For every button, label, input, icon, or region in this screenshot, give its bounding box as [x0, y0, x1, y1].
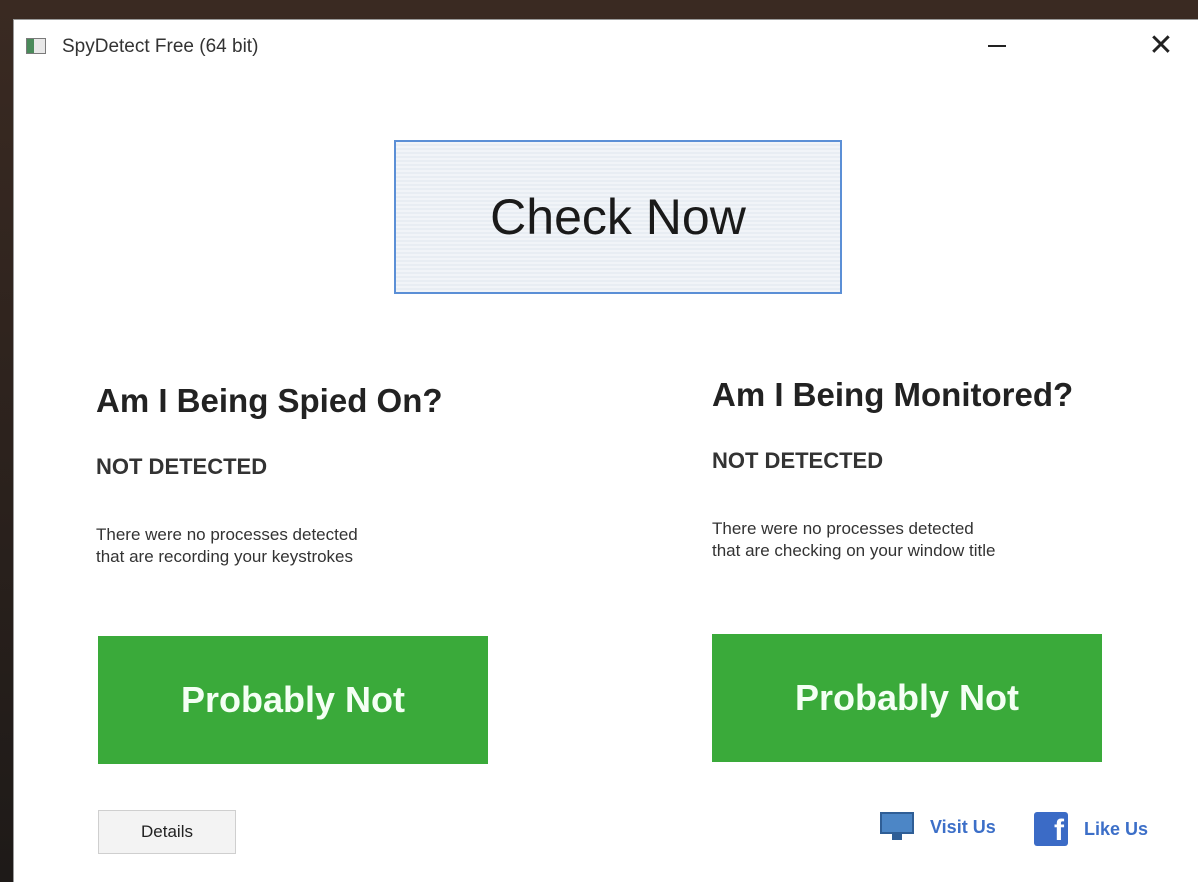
spied-on-result-button[interactable]: Probably Not: [98, 636, 488, 764]
like-us-link[interactable]: f Like Us: [1034, 812, 1148, 846]
spied-on-description: There were no processes detected that ar…: [96, 524, 456, 568]
monitored-description: There were no processes detected that ar…: [712, 518, 1072, 562]
facebook-icon: f: [1034, 812, 1068, 846]
app-icon: [26, 38, 46, 54]
monitored-title: Am I Being Monitored?: [712, 376, 1074, 413]
details-button[interactable]: Details: [98, 810, 236, 854]
monitored-status: NOT DETECTED: [712, 448, 884, 473]
spied-on-description-line-2: that are recording your keystrokes: [96, 547, 354, 566]
monitored-result-button[interactable]: Probably Not: [712, 634, 1102, 762]
minimize-button[interactable]: [974, 28, 1020, 64]
close-button[interactable]: ✕: [1138, 28, 1184, 64]
like-us-label: Like Us: [1084, 818, 1149, 839]
spied-on-title: Am I Being Spied On?: [96, 382, 443, 419]
monitor-icon: [880, 812, 914, 842]
visit-us-link[interactable]: Visit Us: [880, 812, 996, 842]
check-now-button[interactable]: Check Now: [394, 140, 842, 294]
app-window: SpyDetect Free (64 bit) ✕ Check Now Am I…: [14, 20, 1198, 882]
window-title: SpyDetect Free (64 bit): [62, 36, 259, 57]
monitored-description-line-1: There were no processes detected: [712, 519, 974, 538]
title-bar: SpyDetect Free (64 bit) ✕: [14, 20, 1198, 72]
spied-on-description-line-1: There were no processes detected: [96, 525, 358, 544]
spied-on-panel: Am I Being Spied On? NOT DETECTED There …: [96, 382, 516, 568]
visit-us-label: Visit Us: [930, 816, 996, 837]
monitored-description-line-2: that are checking on your window title: [712, 541, 996, 560]
spied-on-status: NOT DETECTED: [96, 454, 268, 479]
monitored-panel: Am I Being Monitored? NOT DETECTED There…: [712, 376, 1132, 562]
